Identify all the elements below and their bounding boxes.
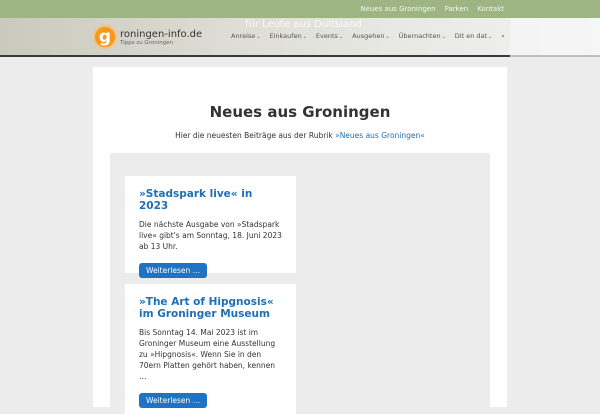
- page-title: Neues aus Groningen: [209, 103, 391, 121]
- category-link[interactable]: »Neues aus Groningen«: [335, 131, 425, 140]
- nav-dit-en-dat[interactable]: Dit en dat⌄: [455, 32, 492, 41]
- site-logo[interactable]: g roningen-info.de Tipps zu Groningen: [93, 25, 202, 49]
- search-icon[interactable]: ⌕: [501, 32, 505, 41]
- chevron-down-icon: ⌄: [302, 34, 307, 40]
- site-header: für Leute aus Duitsland g roningen-info.…: [0, 18, 600, 57]
- nav-anreise[interactable]: Anreise⌄: [231, 32, 261, 41]
- chevron-down-icon: ⌄: [385, 34, 390, 40]
- post-title[interactable]: »The Art of Hipgnosis« im Groninger Muse…: [139, 296, 282, 320]
- logo-icon: g: [93, 25, 117, 49]
- intro-text: Hier die neuesten Beiträge aus der Rubri…: [175, 131, 425, 140]
- chevron-down-icon: ⌄: [488, 34, 493, 40]
- nav-uebernachten[interactable]: Übernachten⌄: [399, 32, 446, 41]
- chevron-down-icon: ⌄: [441, 34, 446, 40]
- post-excerpt: Bis Sonntag 14. Mai 2023 ist im Groninge…: [139, 328, 276, 381]
- site-subtitle: Tipps zu Groningen: [120, 39, 174, 46]
- nav-ausgehen[interactable]: Ausgehen⌄: [352, 32, 390, 41]
- tagline: für Leute aus Duitsland: [245, 19, 362, 30]
- post-excerpt: Die nächste Ausgabe von »Stadspark live«…: [139, 220, 282, 251]
- read-more-button[interactable]: Weiterlesen …: [139, 393, 208, 408]
- chevron-down-icon: ⌄: [256, 34, 261, 40]
- topbar-link-neues[interactable]: Neues aus Groningen: [360, 5, 435, 13]
- nav-einkaufen[interactable]: Einkaufen⌄: [270, 32, 307, 41]
- post-card: »The Art of Hipgnosis« im Groninger Muse…: [125, 284, 296, 414]
- post-card: »Stadspark live« in 2023 Die nächste Aus…: [125, 176, 296, 278]
- site-name: roningen-info.de: [120, 28, 203, 40]
- main-nav: Anreise⌄ Einkaufen⌄ Events⌄ Ausgehen⌄ Üb…: [231, 32, 505, 41]
- post-title[interactable]: »Stadspark live« in 2023: [139, 188, 282, 212]
- topbar-link-parken[interactable]: Parken: [445, 5, 469, 13]
- chevron-down-icon: ⌄: [338, 34, 344, 40]
- read-more-button[interactable]: Weiterlesen …: [139, 263, 208, 278]
- top-bar: Neues aus Groningen Parken Kontakt: [0, 0, 600, 18]
- topbar-link-kontakt[interactable]: Kontakt: [477, 5, 504, 13]
- nav-events[interactable]: Events⌄: [316, 32, 343, 41]
